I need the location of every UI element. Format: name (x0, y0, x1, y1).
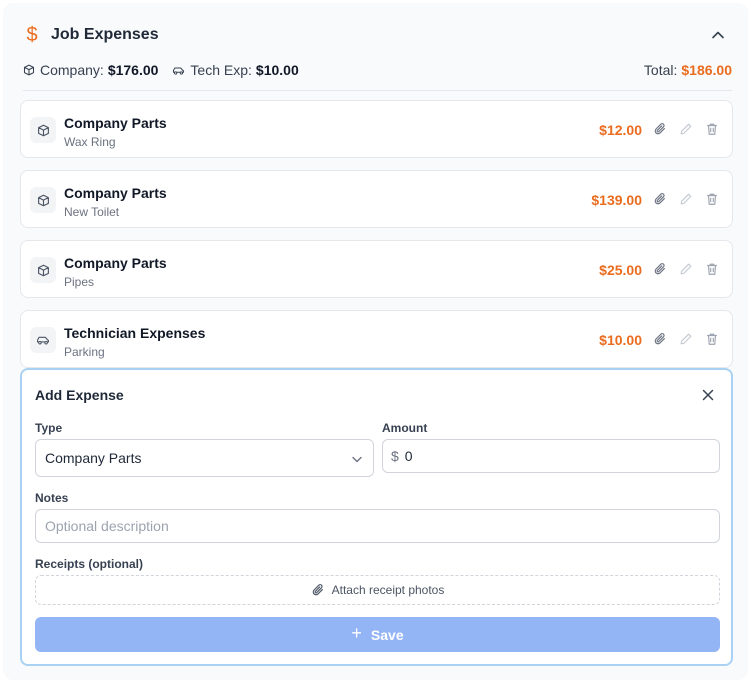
notes-input[interactable] (45, 518, 719, 534)
chevron-down-icon (351, 452, 363, 468)
expense-name: Company Parts (64, 115, 167, 131)
trash-icon[interactable] (704, 121, 720, 137)
company-summary: Company: $176.00 (23, 62, 158, 78)
expense-price: $10.00 (599, 332, 642, 348)
form-title: Add Expense (35, 387, 124, 403)
notes-field (35, 509, 720, 543)
expense-price: $139.00 (591, 192, 642, 208)
type-select[interactable]: Company Parts (35, 439, 374, 477)
package-icon (30, 187, 56, 213)
expense-summary: Company: $176.00 Tech Exp: $10.00 Total:… (23, 60, 732, 80)
expense-item: Company Parts New Toilet $139.00 (20, 170, 733, 228)
currency-symbol: $ (391, 448, 399, 464)
plus-icon: + (351, 623, 362, 643)
tech-label: Tech Exp: (190, 62, 252, 78)
expense-item: Company Parts Wax Ring $12.00 (20, 100, 733, 158)
expense-item: Company Parts Pipes $25.00 (20, 240, 733, 298)
chevron-up-icon[interactable] (708, 25, 728, 45)
tech-value: $10.00 (255, 62, 299, 78)
save-button[interactable]: + Save (35, 617, 720, 652)
tech-summary: Tech Exp: $10.00 (172, 62, 299, 78)
paperclip-icon[interactable] (652, 261, 668, 277)
attach-receipts-button[interactable]: Attach receipt photos (35, 575, 720, 605)
pencil-icon[interactable] (678, 121, 694, 137)
pencil-icon[interactable] (678, 261, 694, 277)
paperclip-icon[interactable] (652, 191, 668, 207)
type-select-value: Company Parts (45, 450, 142, 466)
pencil-icon[interactable] (678, 331, 694, 347)
expense-name: Technician Expenses (64, 325, 206, 341)
package-icon (23, 64, 35, 76)
divider (23, 90, 732, 91)
panel-header: $ Job Expenses (23, 23, 728, 47)
car-icon (173, 66, 185, 75)
expense-item: Technician Expenses Parking $10.00 (20, 310, 733, 368)
total-label: Total: (643, 62, 678, 78)
company-label: Company: (40, 62, 104, 78)
expense-description: Wax Ring (64, 135, 116, 149)
amount-field: $ (382, 439, 720, 473)
expense-name: Company Parts (64, 185, 167, 201)
panel-title: Job Expenses (51, 26, 159, 43)
pencil-icon[interactable] (678, 191, 694, 207)
notes-label: Notes (35, 491, 69, 505)
close-icon[interactable] (700, 387, 716, 403)
total-value: $186.00 (681, 62, 732, 78)
car-icon (30, 327, 56, 353)
save-label: Save (370, 626, 404, 643)
paperclip-icon (312, 584, 323, 596)
trash-icon[interactable] (704, 191, 720, 207)
expense-description: Parking (64, 345, 105, 359)
attach-receipts-label: Attach receipt photos (331, 583, 445, 597)
amount-input[interactable] (404, 448, 719, 464)
expense-price: $12.00 (599, 122, 642, 138)
trash-icon[interactable] (704, 331, 720, 347)
paperclip-icon[interactable] (652, 331, 668, 347)
trash-icon[interactable] (704, 261, 720, 277)
receipts-label: Receipts (optional) (35, 557, 144, 571)
total-summary: Total: $186.00 (644, 62, 732, 78)
dollar-icon: $ (26, 23, 38, 46)
expense-description: Pipes (64, 275, 95, 289)
company-value: $176.00 (107, 62, 159, 78)
package-icon (30, 257, 56, 283)
add-expense-form: Add Expense Type Company Parts Amount $ … (20, 368, 733, 666)
expense-price: $25.00 (599, 262, 642, 278)
type-label: Type (35, 421, 63, 435)
expense-description: New Toilet (64, 205, 120, 219)
paperclip-icon[interactable] (652, 121, 668, 137)
expense-name: Company Parts (64, 255, 167, 271)
amount-label: Amount (382, 421, 428, 435)
package-icon (30, 117, 56, 143)
